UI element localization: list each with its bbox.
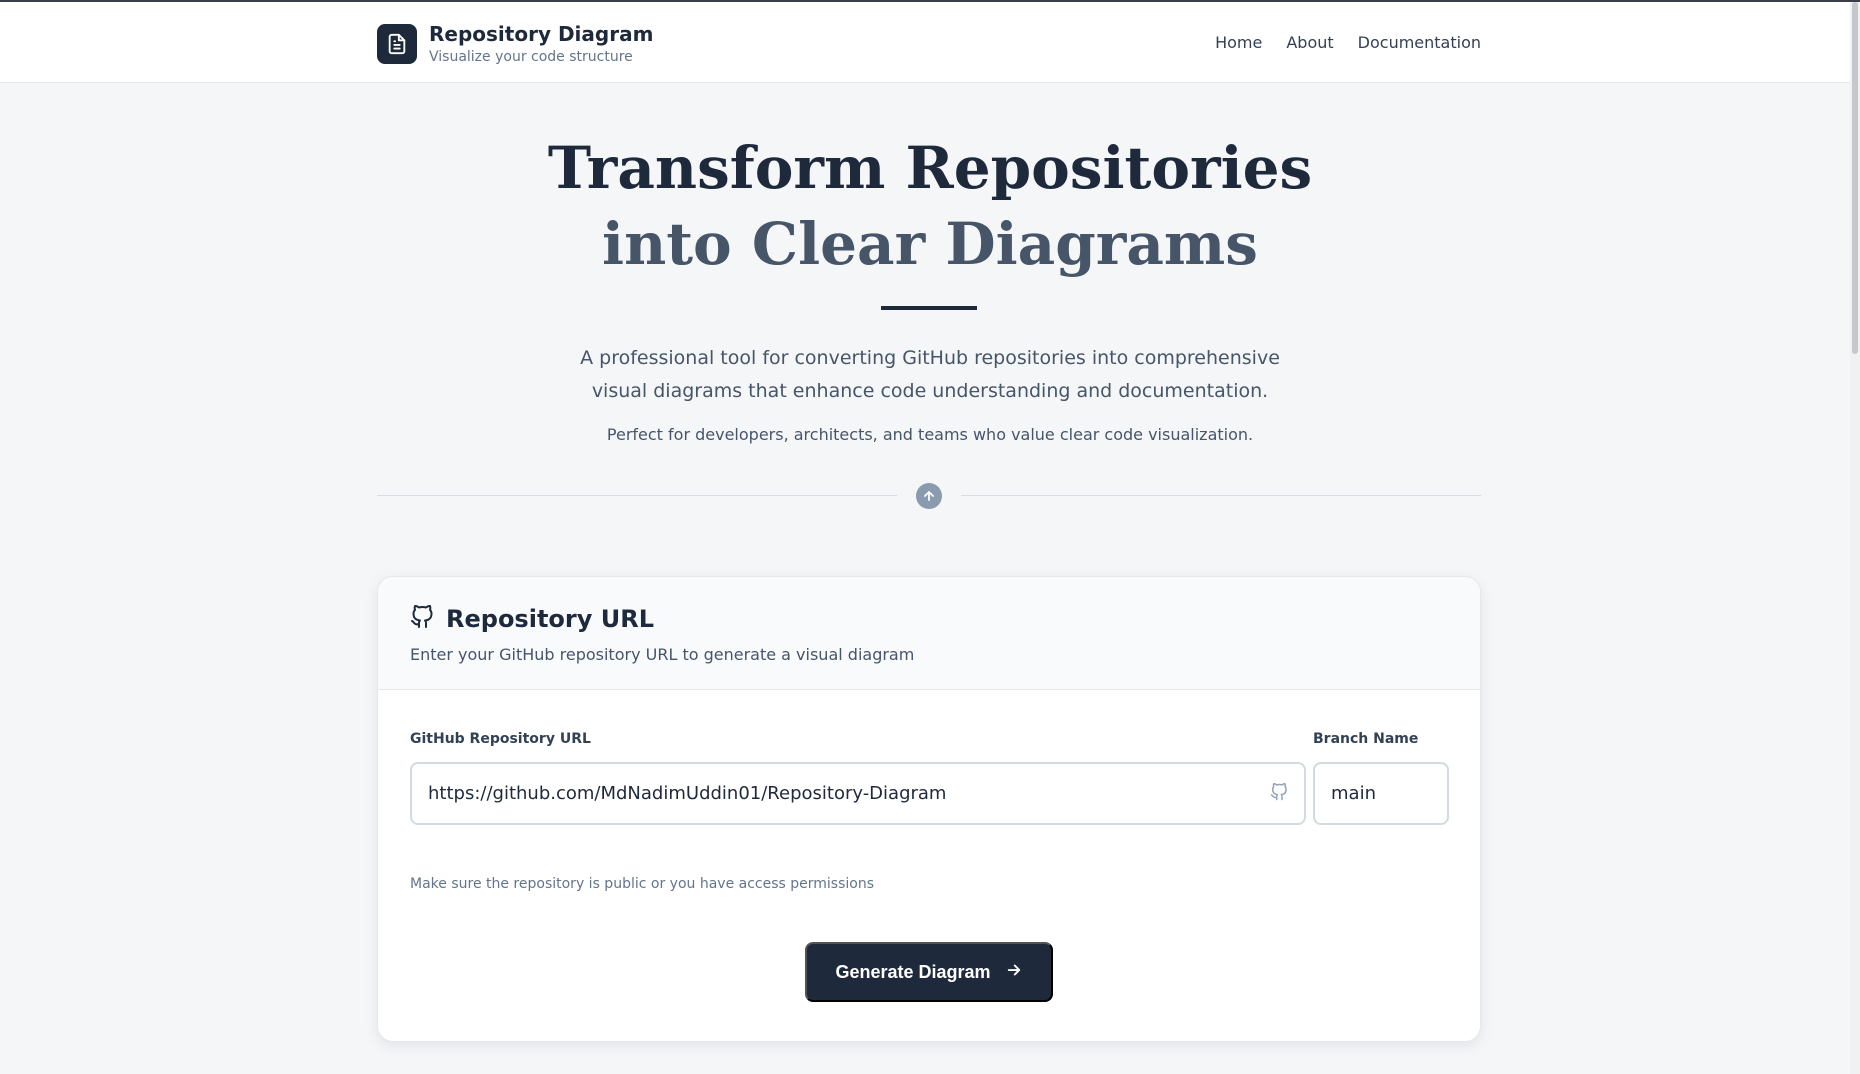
- nav-documentation-link[interactable]: Documentation: [1358, 32, 1481, 54]
- top-navbar: Repository Diagram Visualize your code s…: [0, 2, 1860, 83]
- brand-title: Repository Diagram: [429, 22, 654, 46]
- url-field-label: GitHub Repository URL: [410, 731, 591, 747]
- hero-note: Perfect for developers, architects, and …: [606, 425, 1254, 444]
- github-icon: [410, 604, 434, 633]
- repository-url-card: Repository URL Enter your GitHub reposit…: [377, 576, 1481, 1042]
- generate-diagram-label: Generate Diagram: [835, 961, 991, 982]
- branch-name-input[interactable]: main: [1313, 762, 1449, 825]
- main-nav: Home About Documentation: [1215, 32, 1481, 54]
- hero-title-line1: Transform Repositories: [547, 134, 1313, 202]
- github-icon: [1270, 782, 1288, 805]
- nav-about-link[interactable]: About: [1286, 32, 1333, 54]
- arrow-right-icon: [1005, 961, 1023, 984]
- hero-description: A professional tool for converting GitHu…: [580, 347, 1280, 402]
- brand-subtitle: Visualize your code structure: [429, 49, 633, 65]
- card-title: Repository URL: [446, 605, 654, 633]
- generate-diagram-button[interactable]: Generate Diagram: [805, 942, 1053, 1002]
- arrow-up-circle-icon: [916, 483, 942, 509]
- document-icon: [377, 24, 417, 64]
- branch-field-label: Branch Name: [1313, 731, 1419, 747]
- section-divider-left: [377, 495, 897, 496]
- repository-url-input[interactable]: https://github.com/MdNadimUddin01/Reposi…: [410, 762, 1306, 825]
- scrollbar-thumb[interactable]: [1852, 2, 1858, 354]
- access-hint: Make sure the repository is public or yo…: [410, 876, 875, 892]
- brand[interactable]: Repository Diagram Visualize your code s…: [377, 22, 653, 66]
- card-description: Enter your GitHub repository URL to gene…: [410, 645, 915, 664]
- page-scrollbar[interactable]: [1850, 2, 1860, 1074]
- repository-url-value: https://github.com/MdNadimUddin01/Reposi…: [428, 783, 947, 804]
- nav-home-link[interactable]: Home: [1215, 32, 1262, 54]
- card-header: Repository URL Enter your GitHub reposit…: [378, 577, 1480, 690]
- section-divider-right: [961, 495, 1481, 496]
- hero-title: Transform Repositories into Clear Diagra…: [0, 130, 1860, 282]
- hero-underline: [881, 306, 977, 310]
- hero-title-line2: into Clear Diagrams: [602, 210, 1258, 278]
